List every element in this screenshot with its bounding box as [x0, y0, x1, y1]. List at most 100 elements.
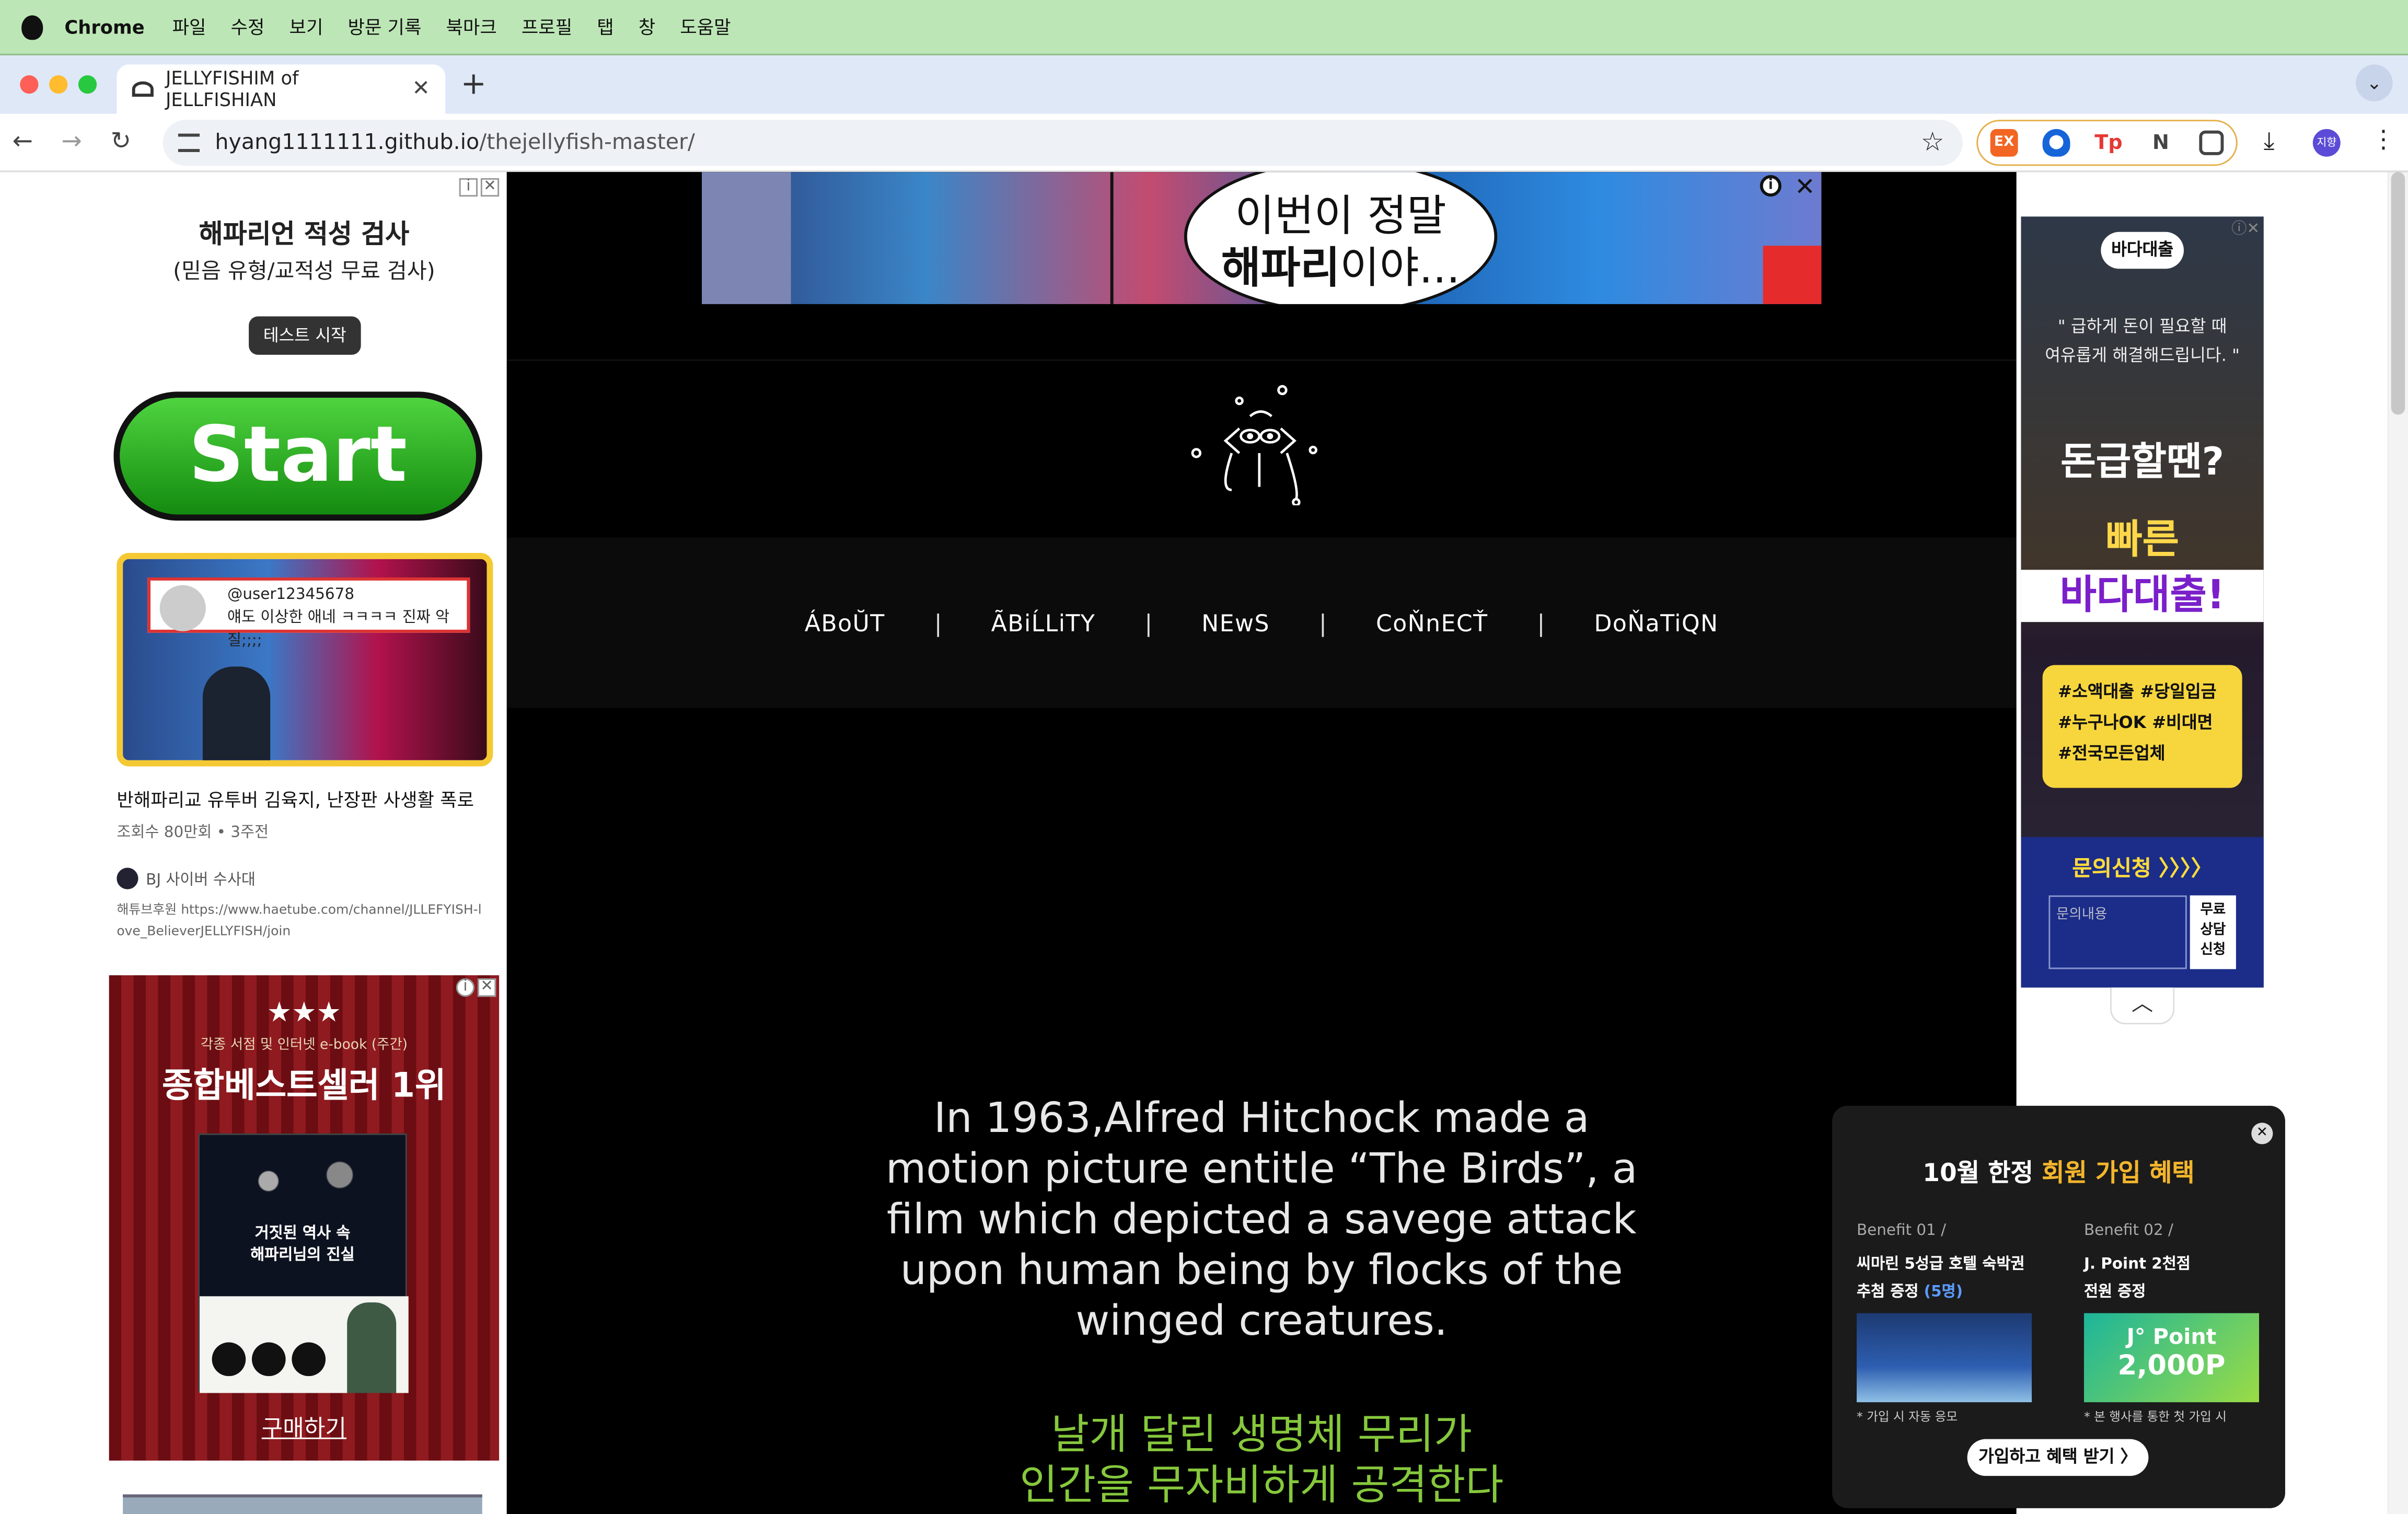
benefit-1-title2: 추첨 증정	[1857, 1284, 1919, 1301]
nav-separator: |	[934, 609, 942, 637]
menu-app-name[interactable]: Chrome	[64, 16, 144, 38]
site-nav: ÁBoŬT | ÃBiĹLiTY | NEwS | CoŇnECŤ | DoŇa…	[506, 537, 2017, 708]
avatar	[159, 585, 206, 631]
ad-close-icon[interactable]: ✕	[477, 978, 496, 997]
inquiry-input[interactable]: 문의내용	[2048, 895, 2187, 969]
ad-info-icon[interactable]: i	[1759, 175, 1782, 197]
signup-popup: ✕ 10월 한정 회원 가입 혜택 Benefit 01 / 씨마린 5성급 호…	[1832, 1105, 2285, 1508]
zoom-window-button[interactable]	[78, 75, 97, 94]
puzzle-extensions-icon[interactable]	[2199, 130, 2224, 155]
address-bar[interactable]: hyang1111111.github.io/thejellyfish-mast…	[163, 120, 1963, 166]
menu-file[interactable]: 파일	[172, 14, 206, 40]
menu-view[interactable]: 보기	[290, 14, 323, 40]
inquiry-heading[interactable]: 문의신청 〉〉〉〉	[2021, 852, 2263, 883]
book-ad[interactable]: i ✕ ★★★ 각종 서점 및 인터넷 e-book (주간) 종합베스트셀러 …	[109, 975, 500, 1461]
benefit-1-label: Benefit 01 /	[1857, 1222, 1947, 1240]
close-window-button[interactable]	[20, 75, 39, 94]
nav-connect[interactable]: CoŇnECŤ	[1327, 609, 1537, 637]
bookmark-star-icon[interactable]: ☆	[1921, 128, 1944, 158]
jellyfish-logo-icon[interactable]	[1189, 383, 1327, 505]
profile-avatar[interactable]: 지향	[2312, 129, 2341, 157]
loan-tags: #소액대출 #당일입금 #누구나OK #비대면 #전국모든업체	[2042, 665, 2242, 788]
intro-text: In 1963,Alfred Hitchock made a motion pi…	[507, 1093, 2017, 1347]
benefit-1-count: (5명)	[1924, 1284, 1963, 1301]
tab-title: JELLYFISHIM of JELLFISHIAN	[165, 67, 299, 111]
book-ad-tagline: 각종 서점 및 인터넷 e-book (주간)	[200, 1038, 408, 1054]
ad-close-icon[interactable]: ⓘ✕	[2231, 215, 2260, 238]
ad-info-icon[interactable]: i	[459, 178, 478, 197]
ex-extension-icon[interactable]: EX	[1990, 129, 2018, 157]
left-ad-column: i ✕ 해파리언 적성 검사 (믿음 유형/교적성 무료 검사) 테스트 시작 …	[0, 172, 507, 1514]
menu-bookmarks[interactable]: 북마크	[446, 14, 496, 40]
video-title[interactable]: 반해파리교 유투버 김육지, 난장판 사생활 폭로	[117, 787, 474, 813]
nav-about[interactable]: ÁBoŬT	[756, 609, 934, 637]
korean-line1: 날개 달린 생명체 무리가	[1051, 1411, 1473, 1459]
benefit-2: Benefit 02 / J. Point 2천점전원 증정 J° Point …	[2083, 1222, 2276, 1425]
tab-close-icon[interactable]: ✕	[412, 77, 430, 101]
apple-icon[interactable]	[21, 14, 43, 39]
loan-quote: " 급하게 돈이 필요할 때 여유롭게 해결해드립니다. "	[2045, 316, 2240, 366]
ad-brand-logo	[1763, 246, 1822, 304]
back-icon[interactable]: ←	[13, 126, 33, 155]
menu-profiles[interactable]: 프로필	[522, 14, 572, 40]
badge-icon	[251, 1342, 286, 1377]
loan-ad[interactable]: 바다대출 " 급하게 돈이 필요할 때 여유롭게 해결해드립니다. " 돈급할땐…	[2021, 216, 2264, 988]
popup-title-b: 회원 가입 혜택	[2042, 1158, 2195, 1187]
popup-close-icon[interactable]: ✕	[2251, 1123, 2273, 1145]
video-thumbnail[interactable]: @user12345678 얘도 이상한 애네 ㅋㅋㅋㅋ 진짜 악질;;;;	[117, 552, 493, 767]
person-image	[202, 666, 271, 760]
shield-extension-icon[interactable]: ⬤	[2042, 129, 2070, 157]
signup-benefit-button[interactable]: 가입하고 혜택 받기 〉	[1967, 1439, 2149, 1476]
download-icon[interactable]: ⤓	[2264, 126, 2275, 157]
ad-title: 해파리언 적성 검사	[199, 219, 410, 251]
start-button[interactable]: Start	[113, 391, 482, 521]
n-extension-icon[interactable]: N	[2147, 129, 2175, 157]
new-tab-icon[interactable]: +	[461, 64, 487, 101]
benefit-2-title2: 전원 증정	[2083, 1284, 2146, 1301]
buy-link[interactable]: 구매하기	[109, 1412, 499, 1444]
menu-help[interactable]: 도움말	[680, 14, 731, 40]
loan-brand: 바다대출	[2101, 232, 2184, 269]
scrollbar[interactable]	[2388, 172, 2408, 1514]
site-main: 이번이 정말 해파리이야... i ✕ ÁBoŬT | ÃBiĹLiTY | N…	[506, 172, 2017, 1514]
benefit-1-title: 씨마린 5성급 호텔 숙박권 추첨 증정 (5명)	[1857, 1252, 2048, 1307]
free-consult-button[interactable]: 무료 상담 신청	[2190, 895, 2236, 969]
nav-ability[interactable]: ÃBiĹLiTY	[942, 609, 1145, 637]
ad-close-icon[interactable]: ✕	[1795, 172, 1815, 201]
book-cover-lower	[200, 1296, 409, 1393]
more-menu-icon[interactable]: ⋮	[2371, 124, 2396, 154]
badge-icon	[212, 1342, 246, 1377]
site-header	[506, 359, 2017, 538]
menu-window[interactable]: 창	[639, 14, 655, 40]
benefit-2-title-text: J. Point 2천점	[2083, 1256, 2191, 1274]
tp-extension-icon[interactable]: Tp	[2094, 129, 2123, 157]
reload-icon[interactable]: ↻	[111, 126, 131, 155]
tab-search-icon[interactable]: ⌄	[2356, 64, 2393, 101]
browser-window: Chrome 파일 수정 보기 방문 기록 북마크 프로필 탭 창 도움말 JE…	[0, 0, 2408, 1514]
tab-active[interactable]: JELLYFISHIM of JELLFISHIAN ✕	[117, 64, 446, 114]
test-start-button[interactable]: 테스트 시작	[249, 316, 361, 355]
channel[interactable]: BJ 사이버 수사대	[117, 866, 256, 889]
top-banner-ad[interactable]: 이번이 정말 해파리이야... i ✕	[702, 172, 1822, 304]
benefit-2-title: J. Point 2천점전원 증정	[2084, 1252, 2276, 1307]
menu-tab[interactable]: 탭	[597, 14, 613, 40]
benefit-2-label: Benefit 02 /	[2083, 1222, 2173, 1240]
minimize-window-button[interactable]	[49, 75, 68, 94]
video-meta: 조회수 80만회 • 3주전	[117, 825, 269, 842]
point-card: J° Point 2,000P	[2083, 1313, 2259, 1403]
ad-info-icon[interactable]: i	[456, 978, 475, 997]
next-ad-peek	[123, 1494, 482, 1514]
browser-toolbar: ← → ↻ hyang1111111.github.io/thejellyfis…	[0, 113, 2408, 172]
ad-subtitle: (믿음 유형/교적성 무료 검사)	[173, 259, 435, 284]
menu-edit[interactable]: 수정	[231, 14, 265, 40]
nav-news[interactable]: NEwS	[1152, 609, 1319, 637]
collapse-ad-button[interactable]: ︿	[2110, 987, 2175, 1025]
rating-stars: ★★★	[267, 997, 342, 1029]
forward-icon[interactable]: →	[62, 126, 82, 155]
scrollbar-thumb[interactable]	[2391, 172, 2405, 415]
ad-close-icon[interactable]: ✕	[480, 178, 500, 197]
site-info-icon[interactable]	[178, 133, 200, 152]
menu-history[interactable]: 방문 기록	[348, 14, 421, 40]
comment-text: 얘도 이상한 애네 ㅋㅋㅋㅋ 진짜 악질;;;;	[227, 609, 450, 650]
nav-donation[interactable]: DoŇaTiQN	[1545, 609, 1767, 637]
